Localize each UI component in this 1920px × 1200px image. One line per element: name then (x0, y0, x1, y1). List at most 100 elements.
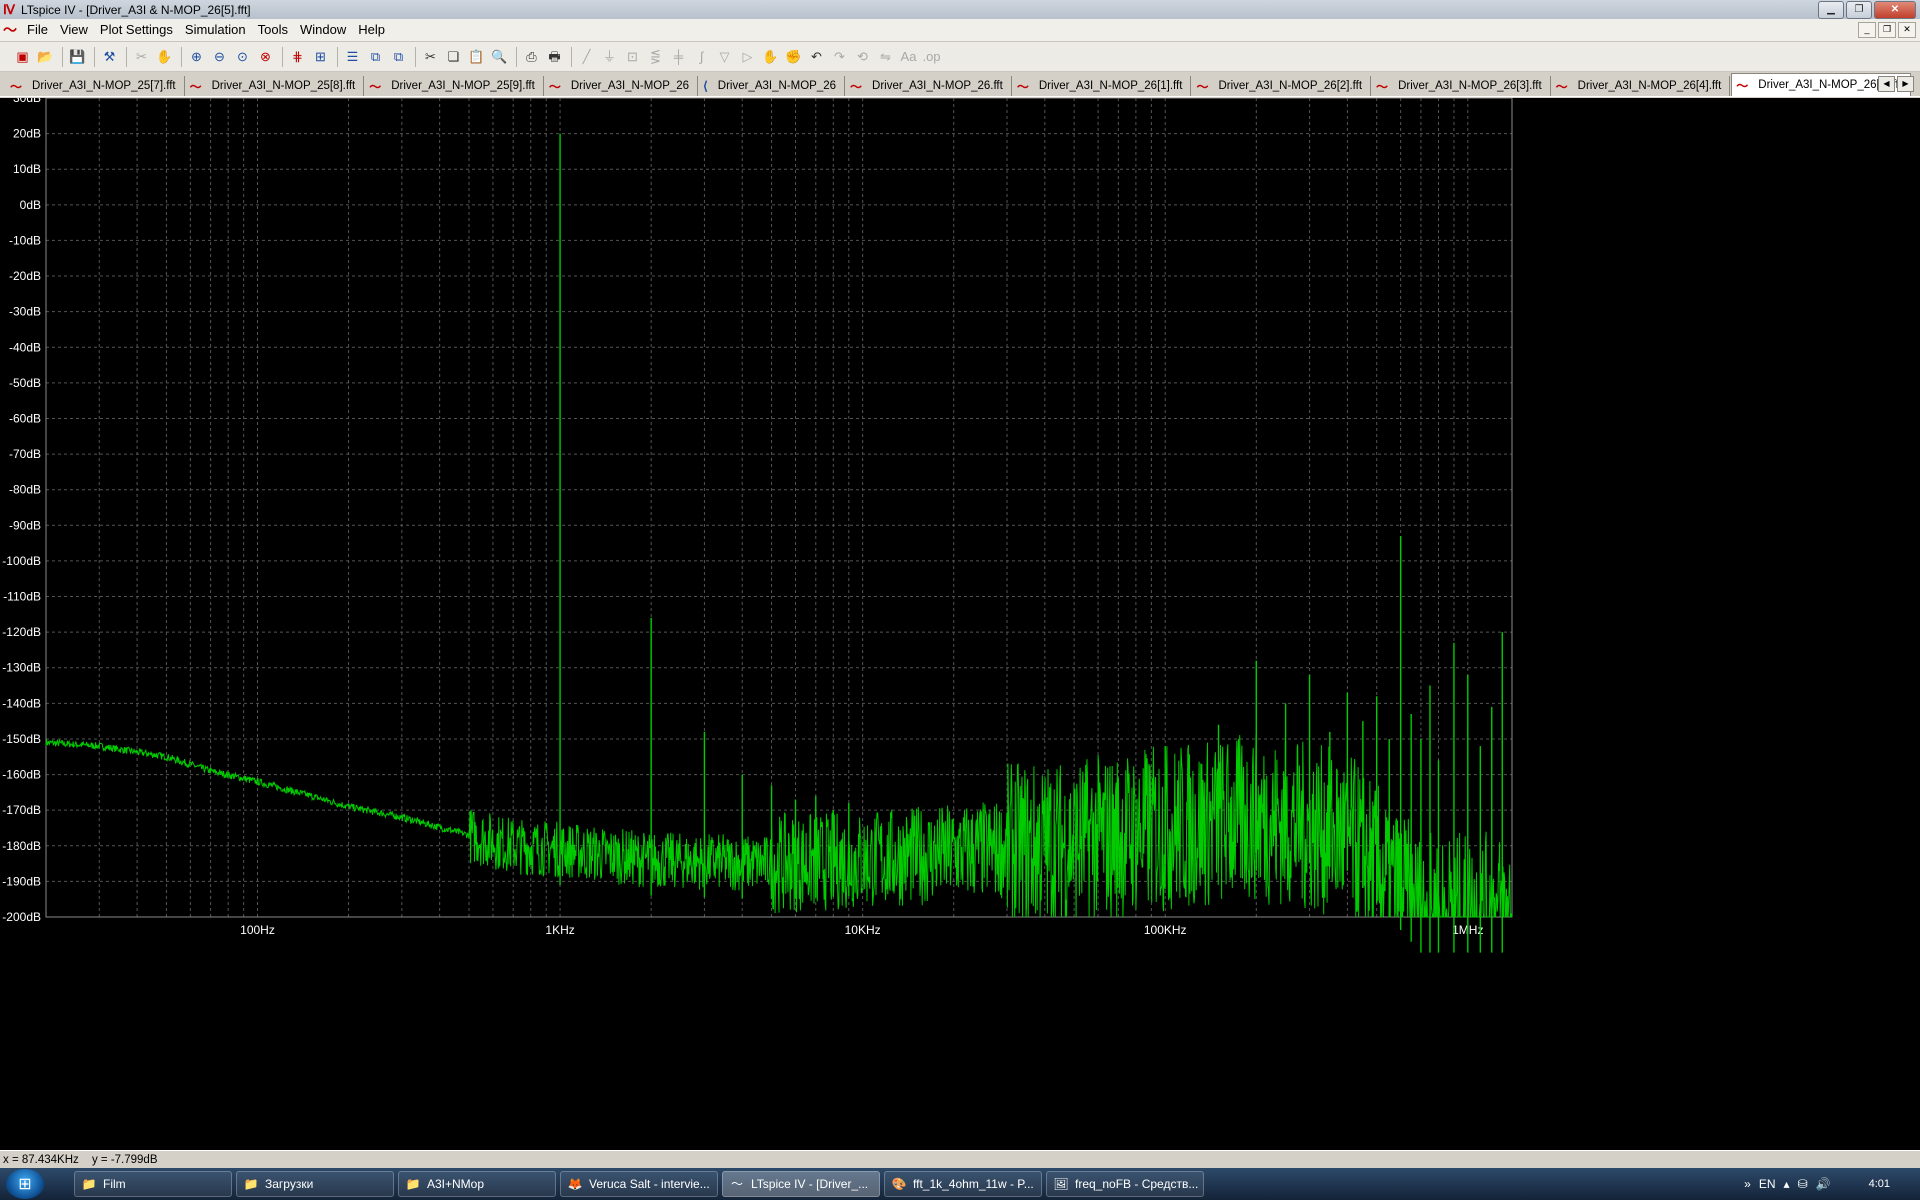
component-icon[interactable]: ▷ (737, 46, 758, 68)
mdi-minimize-button[interactable]: _ (1858, 22, 1876, 38)
tab-scroll-right-button[interactable]: ▶ (1897, 76, 1914, 92)
paint-icon: 🎨 (891, 1177, 907, 1191)
paste-icon[interactable]: 📋 (466, 46, 487, 68)
tab-driver-26-fft[interactable]: 〜 Driver_A3I_N-MOP_26.fft (846, 76, 1012, 96)
pan-icon[interactable]: ⊙ (232, 46, 253, 68)
open-icon[interactable]: 📂 (35, 46, 56, 68)
drag-icon[interactable]: ✊ (783, 46, 804, 68)
x-tick-label: 100KHz (1144, 923, 1187, 937)
show-hidden-icons-icon[interactable]: » (1744, 1177, 1751, 1191)
menu-view[interactable]: View (54, 19, 94, 41)
y-tick-label: -90dB (9, 518, 41, 532)
document-icon[interactable]: 〜 (3, 22, 19, 38)
language-indicator[interactable]: EN (1759, 1177, 1776, 1191)
y-tick-label: -140dB (2, 696, 41, 710)
move-icon[interactable]: ✋ (760, 46, 781, 68)
menu-plot-settings[interactable]: Plot Settings (94, 19, 179, 41)
zoom-in-icon[interactable]: ⊕ (186, 46, 207, 68)
taskbar-item-a3i-nmop[interactable]: 📁 A3I+NMop (398, 1171, 556, 1197)
mdi-close-button[interactable]: ✕ (1898, 22, 1916, 38)
mirror-icon[interactable]: ⇋ (875, 46, 896, 68)
volume-icon[interactable]: 🔊 (1816, 1177, 1831, 1191)
y-tick-label: -40dB (9, 340, 41, 354)
new-schematic-icon[interactable]: ▣ (12, 46, 33, 68)
y-tick-label: -70dB (9, 447, 41, 461)
tab-driver-26-2[interactable]: 〜 Driver_A3I_N-MOP_26[2].fft (1192, 76, 1372, 96)
autorange-icon[interactable]: ⋕ (287, 46, 308, 68)
tab-driver-25-9[interactable]: 〜 Driver_A3I_N-MOP_25[9].fft (365, 76, 544, 96)
cut-icon[interactable]: ✂ (420, 46, 441, 68)
capacitor-icon[interactable]: ╪ (668, 46, 689, 68)
taskbar-item-film[interactable]: 📁 Film (74, 1171, 232, 1197)
maximize-button[interactable]: ❐ (1846, 1, 1872, 19)
y-tick-label: -190dB (2, 874, 41, 888)
y-tick-label: -10dB (9, 233, 41, 247)
print-icon[interactable]: 🖶 (544, 46, 565, 68)
tab-driver-25-8[interactable]: 〜 Driver_A3I_N-MOP_25[8].fft (185, 76, 365, 96)
zoom-fit-icon[interactable]: ⊗ (255, 46, 276, 68)
ltspice-icon: Ⅳ (3, 1, 15, 17)
taskbar-item-ltspice[interactable]: 〜 LTspice IV - [Driver_... (722, 1171, 880, 1197)
viewer-icon: 🖼 (1053, 1177, 1069, 1191)
clock[interactable]: 4:01 (1869, 1178, 1890, 1190)
rotate-icon[interactable]: ⟲ (852, 46, 873, 68)
folder-icon: 📁 (405, 1177, 421, 1191)
y-tick-label: -110dB (3, 590, 41, 604)
y-tick-label: -160dB (2, 768, 41, 782)
menu-file[interactable]: File (21, 19, 54, 41)
menu-help[interactable]: Help (352, 19, 391, 41)
menu-window[interactable]: Window (294, 19, 352, 41)
waveform-icon: 〜 (1736, 78, 1749, 93)
menu-tools[interactable]: Tools (252, 19, 294, 41)
run-icon[interactable]: ✂ (131, 46, 152, 68)
wire-icon[interactable]: ╱ (576, 46, 597, 68)
cascade2-icon[interactable]: ⧉ (388, 46, 409, 68)
halt-icon[interactable]: ✋ (154, 46, 175, 68)
y-tick-label: -120dB (2, 625, 41, 639)
network-icon[interactable]: ⛁ (1798, 1177, 1808, 1191)
tile-vertical-icon[interactable]: ☰ (342, 46, 363, 68)
fft-plot[interactable]: 30dB 20dB 10dB 0dB -10dB -20dB -30dB -40dB -50dB… (0, 98, 1920, 1150)
tab-driver-26-waveform[interactable]: 〜 Driver_A3I_N-MOP_26 (544, 76, 699, 96)
tab-driver-25-7[interactable]: 〜 Driver_A3I_N-MOP_25[7].fft (6, 76, 185, 96)
y-tick-label: -20dB (9, 269, 41, 283)
spectrum-trace (45, 734, 1513, 918)
undo-icon[interactable]: ↶ (806, 46, 827, 68)
y-tick-label: -200dB (2, 910, 41, 924)
tab-driver-26-schematic[interactable]: ⟨ Driver_A3I_N-MOP_26 (699, 76, 845, 96)
tray-arrow-icon[interactable]: ▴ (1784, 1177, 1790, 1191)
cascade-icon[interactable]: ⧉ (365, 46, 386, 68)
tab-driver-26-4[interactable]: 〜 Driver_A3I_N-MOP_26[4].fft (1551, 76, 1731, 96)
control-panel-icon[interactable]: ⚒ (99, 46, 120, 68)
taskbar-item-paint[interactable]: 🎨 fft_1k_4ohm_11w - P... (884, 1171, 1042, 1197)
start-button[interactable]: ⊞ (6, 1169, 44, 1199)
menu-simulation[interactable]: Simulation (179, 19, 252, 41)
taskbar-item-downloads[interactable]: 📁 Загрузки (236, 1171, 394, 1197)
copy-icon[interactable]: ❏ (443, 46, 464, 68)
close-button[interactable]: ✕ (1874, 1, 1916, 19)
print-preview-icon[interactable]: ⎙ (521, 46, 542, 68)
diode-icon[interactable]: ▽ (714, 46, 735, 68)
zoom-out-icon[interactable]: ⊖ (209, 46, 230, 68)
mdi-restore-button[interactable]: ❐ (1878, 22, 1896, 38)
find-icon[interactable]: 🔍 (489, 46, 510, 68)
tab-driver-26-3[interactable]: 〜 Driver_A3I_N-MOP_26[3].fft (1372, 76, 1551, 96)
taskbar-item-viewer[interactable]: 🖼 freq_noFB - Средств... (1046, 1171, 1204, 1197)
tile-horizontal-icon[interactable]: ⊞ (310, 46, 331, 68)
redo-icon[interactable]: ↷ (829, 46, 850, 68)
text-icon[interactable]: Aa (898, 46, 919, 68)
tab-driver-26-1[interactable]: 〜 Driver_A3I_N-MOP_26[1].fft (1012, 76, 1192, 96)
x-tick-label: 100Hz (240, 923, 275, 937)
spice-directive-icon[interactable]: .op (921, 46, 942, 68)
y-tick-label: 30dB (13, 98, 41, 105)
y-tick-label: 0dB (20, 198, 41, 212)
inductor-icon[interactable]: ∫ (691, 46, 712, 68)
minimize-button[interactable]: ▁ (1818, 1, 1844, 19)
taskbar-item-firefox[interactable]: 🦊 Veruca Salt - intervie... (560, 1171, 718, 1197)
tab-scroll-left-button[interactable]: ◀ (1878, 76, 1895, 92)
resistor-icon[interactable]: ⋚ (645, 46, 666, 68)
label-icon[interactable]: ⊡ (622, 46, 643, 68)
ground-icon[interactable]: ⏚ (599, 46, 620, 68)
save-icon[interactable]: 💾 (67, 46, 88, 68)
waveform-plot-pane[interactable]: 30dB 20dB 10dB 0dB -10dB -20dB -30dB -40dB -50dB… (0, 98, 1920, 1150)
